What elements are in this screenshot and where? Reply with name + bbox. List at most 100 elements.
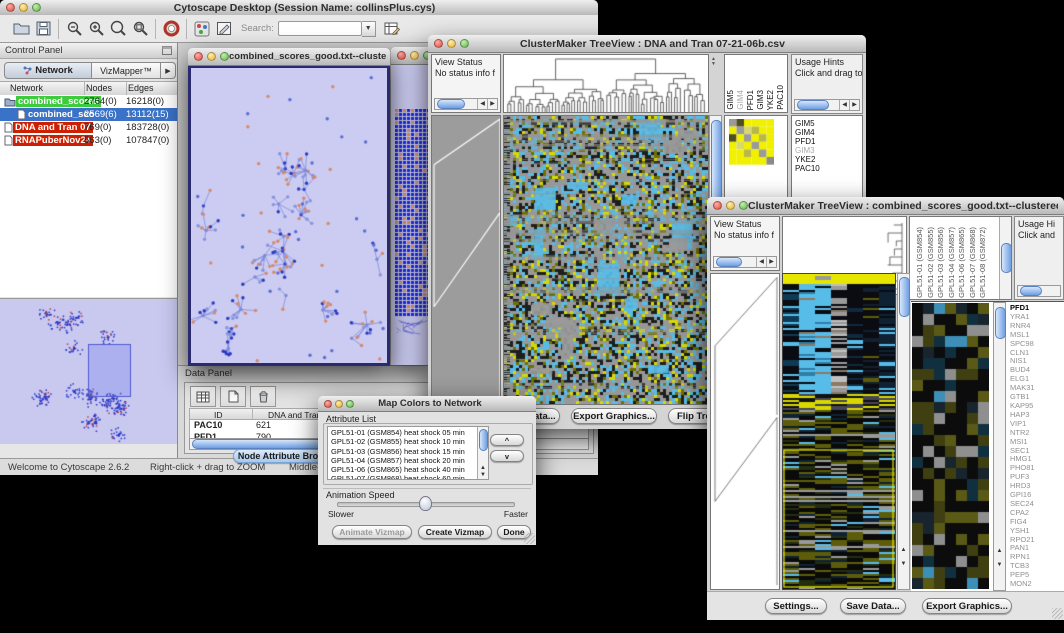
tv1-row-label[interactable]: PFD1 <box>795 137 862 146</box>
tv1-status-hscroll[interactable]: ◀▶ <box>434 98 498 110</box>
search-dropdown-arrow[interactable]: ▼ <box>362 21 376 37</box>
network-list-item[interactable]: combined_scores2764(0)16218(0) <box>0 95 177 108</box>
tv2-column-label[interactable]: GPL51-01 (GSM854) <box>915 227 925 298</box>
tv1-column-label[interactable]: GIM5 <box>727 90 735 110</box>
open-file-icon[interactable] <box>10 19 32 39</box>
data-col-id[interactable]: ID <box>214 410 223 420</box>
dense-network-canvas[interactable] <box>395 109 428 339</box>
tv1-row-dendrogram[interactable] <box>432 116 500 404</box>
tv1-cluster-matrix[interactable] <box>729 119 774 165</box>
zoom-button[interactable] <box>739 201 748 210</box>
save-icon[interactable] <box>32 19 54 39</box>
minimize-button[interactable] <box>19 3 28 12</box>
tv2-column-label[interactable]: GPL51-03 (GSM856) <box>936 227 946 298</box>
scroll-down-arrow[interactable]: ▼ <box>994 562 1005 568</box>
slider-thumb[interactable] <box>419 496 432 511</box>
tv2-heatmap[interactable] <box>783 274 895 589</box>
minimize-button[interactable] <box>726 201 735 210</box>
network-overview-canvas[interactable] <box>0 299 177 444</box>
move-down-button[interactable]: v <box>490 450 524 462</box>
resize-grip[interactable] <box>1052 608 1063 619</box>
attribute-list-item[interactable]: GPL51-07 (GSM868) heat shock 60 min <box>329 474 476 480</box>
scroll-left-arrow[interactable]: ◀ <box>477 99 487 109</box>
tv1-heatmap[interactable] <box>504 116 708 404</box>
tv1-row-label[interactable]: GIM5 <box>795 119 862 128</box>
close-button[interactable] <box>6 3 15 12</box>
move-up-button[interactable]: ^ <box>490 434 524 446</box>
tv1-spinner-arrows[interactable]: ▲▼ <box>711 57 716 67</box>
scroll-up-arrow[interactable]: ▲ <box>898 547 909 553</box>
attribute-list-item[interactable]: GPL51-01 (GSM854) heat shock 05 min <box>329 428 476 437</box>
window-controls[interactable] <box>6 3 41 12</box>
network-list-item[interactable]: combined_sco2569(6)13112(15) <box>0 108 177 121</box>
tv2-column-label[interactable]: GPL51-06 (GSM865) <box>957 227 967 298</box>
tab-overflow-arrow[interactable]: ▶ <box>161 62 176 79</box>
tab-vizmapper[interactable]: VizMapper™ <box>92 62 161 79</box>
help-lifering-icon[interactable] <box>160 19 182 39</box>
scroll-up-arrow[interactable]: ▲ <box>478 465 488 471</box>
annotation-icon[interactable] <box>213 19 235 39</box>
network-view-titlebar[interactable]: combined_scores_good.txt--cluste... <box>188 48 390 66</box>
zoom-out-icon[interactable] <box>63 19 85 39</box>
close-button[interactable] <box>434 39 443 48</box>
new-attribute-icon[interactable] <box>220 386 246 407</box>
scroll-down-arrow[interactable]: ▼ <box>898 561 909 567</box>
dialog-titlebar[interactable]: Map Colors to Network <box>318 396 536 412</box>
scroll-thumb[interactable] <box>1020 286 1042 296</box>
tv1-column-label[interactable]: YKE2 <box>767 90 775 110</box>
tv1-export-graphics-button[interactable]: Export Graphics... <box>571 408 657 424</box>
minimize-button[interactable] <box>410 51 419 60</box>
scroll-thumb[interactable] <box>797 100 829 110</box>
tv1-column-label[interactable]: GIM3 <box>757 90 765 110</box>
attribute-list-item[interactable]: GPL51-03 (GSM856) heat shock 15 min <box>329 447 476 456</box>
tv1-row-label[interactable]: GIM4 <box>795 128 862 137</box>
tv2-export-graphics-button[interactable]: Export Graphics... <box>922 598 1012 614</box>
zoom-in-icon[interactable] <box>85 19 107 39</box>
scroll-left-arrow[interactable]: ◀ <box>839 100 849 110</box>
close-button[interactable] <box>397 51 406 60</box>
col-header-edges[interactable]: Edges <box>128 83 154 93</box>
tv1-column-label[interactable]: GIM4 <box>737 90 745 110</box>
vizmapper-icon[interactable] <box>191 19 213 39</box>
tab-network[interactable]: Network <box>4 62 92 79</box>
main-titlebar[interactable]: Cytoscape Desktop (Session Name: collins… <box>0 0 598 16</box>
tv1-row-label[interactable]: YKE2 <box>795 155 862 164</box>
network-list-item[interactable]: RNAPuberNov2+563(0)107847(0) <box>0 134 177 147</box>
tv2-column-label[interactable]: GPL51-02 (GSM855) <box>926 227 936 298</box>
tv1-column-label[interactable]: PAC10 <box>777 85 785 110</box>
zoom-button[interactable] <box>220 52 229 61</box>
minimize-button[interactable] <box>207 52 216 61</box>
tv2-mosaic-vscroll[interactable]: ▲ ▼ <box>993 302 1006 591</box>
create-vizmap-button[interactable]: Create Vizmap <box>418 525 492 539</box>
tv2-hints-hscroll[interactable] <box>1017 285 1061 297</box>
attribute-list-item[interactable]: GPL51-02 (GSM855) heat shock 10 min <box>329 437 476 446</box>
attribute-editor-icon[interactable] <box>382 19 404 39</box>
tv2-settings-button[interactable]: Settings... <box>765 598 827 614</box>
scroll-up-arrow[interactable]: ▲ <box>994 548 1005 554</box>
table-mode-icon[interactable] <box>190 386 216 407</box>
scroll-thumb[interactable] <box>479 429 488 451</box>
minimize-button[interactable] <box>335 400 343 408</box>
zoom-fit-icon[interactable] <box>129 19 151 39</box>
tv2-column-label[interactable]: GPL51-08 (GSM872) <box>978 227 988 298</box>
tv1-hints-hscroll[interactable]: ◀▶ <box>794 99 860 111</box>
zoom-button[interactable] <box>32 3 41 12</box>
background-network-window[interactable] <box>391 47 430 365</box>
zoom-button[interactable] <box>346 400 354 408</box>
network-canvas[interactable] <box>191 68 387 363</box>
scroll-down-arrow[interactable]: ▼ <box>478 472 488 478</box>
zoom-button[interactable] <box>460 39 469 48</box>
attribute-list-item[interactable]: GPL51-04 (GSM857) heat shock 20 min <box>329 456 476 465</box>
tv2-row-dendrogram[interactable] <box>711 274 779 589</box>
scroll-thumb[interactable] <box>437 99 465 109</box>
tv2-heatmap-vscroll[interactable]: ▲ ▼ <box>897 273 910 590</box>
zoom-selected-icon[interactable] <box>107 19 129 39</box>
col-header-network[interactable]: Network <box>10 83 43 93</box>
tv2-status-hscroll[interactable]: ◀▶ <box>713 256 777 268</box>
animate-vizmap-button[interactable]: Animate Vizmap <box>332 525 412 539</box>
float-panel-icon[interactable] <box>162 42 172 60</box>
attribute-list-vscroll[interactable]: ▲ ▼ <box>477 427 488 479</box>
scroll-right-arrow[interactable]: ▶ <box>766 257 776 267</box>
scroll-thumb[interactable] <box>716 257 742 267</box>
tv1-column-dendrogram[interactable] <box>504 55 708 112</box>
